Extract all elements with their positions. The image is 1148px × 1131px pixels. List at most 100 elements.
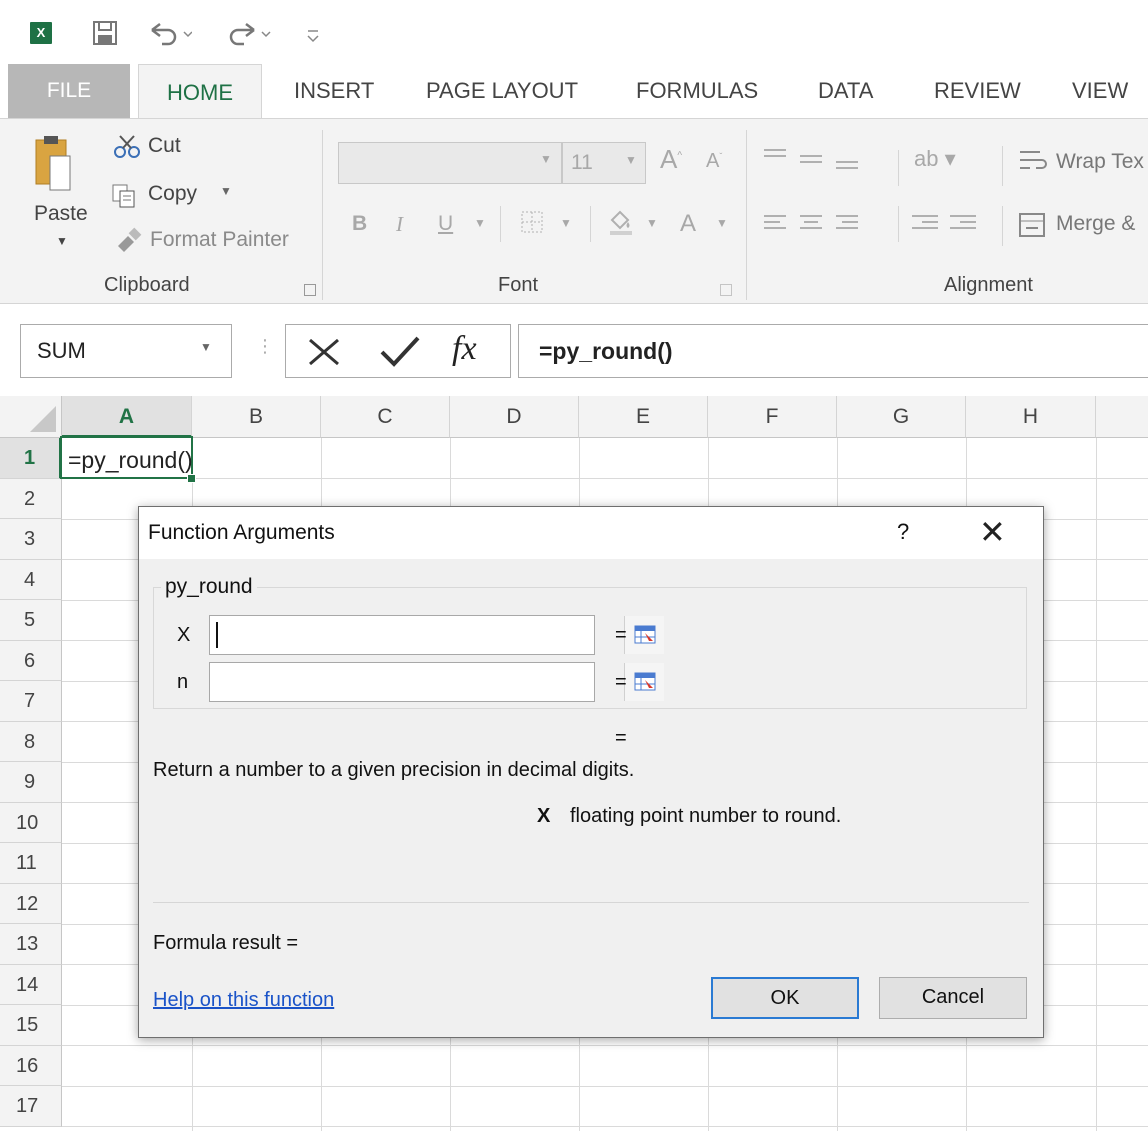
format-painter-button[interactable]: Format Painter (150, 228, 289, 252)
column-header-F[interactable]: F (708, 396, 837, 438)
name-box-dropdown-icon[interactable]: ▼ (200, 340, 212, 354)
fill-color-dropdown-icon[interactable]: ▼ (646, 216, 658, 230)
tab-home[interactable]: HOME (138, 64, 262, 120)
paste-icon[interactable] (34, 134, 72, 197)
paste-dropdown-icon[interactable]: ▼ (56, 234, 68, 248)
dialog-separator (153, 902, 1029, 903)
column-header-B[interactable]: B (192, 396, 321, 438)
tab-formulas[interactable]: FORMULAS (636, 78, 758, 104)
row-header-17[interactable]: 17 (0, 1086, 62, 1127)
row-header-4[interactable]: 4 (0, 559, 62, 600)
save-icon[interactable] (92, 20, 118, 53)
ok-button[interactable]: OK (711, 977, 859, 1019)
font-name-dropdown-icon[interactable]: ▼ (540, 152, 552, 166)
cut-icon[interactable] (112, 134, 144, 165)
column-header-G[interactable]: G (837, 396, 966, 438)
undo-icon[interactable] (148, 20, 193, 53)
name-box-value: SUM (37, 338, 86, 363)
help-link[interactable]: Help on this function (153, 989, 334, 1012)
indent-icon[interactable] (910, 210, 990, 245)
formula-bar-grip-icon[interactable]: ⋮ (256, 336, 274, 357)
fill-handle[interactable] (187, 474, 196, 483)
dialog-title: Function Arguments (148, 521, 335, 544)
arg-n-input[interactable] (209, 662, 664, 702)
underline-dropdown-icon[interactable]: ▼ (474, 216, 486, 230)
tab-insert[interactable]: INSERT (294, 78, 374, 104)
row-header-13[interactable]: 13 (0, 924, 62, 965)
row-header-2[interactable]: 2 (0, 478, 62, 519)
copy-button[interactable]: Copy (148, 182, 197, 206)
row-header-9[interactable]: 9 (0, 762, 62, 803)
collapse-dialog-icon[interactable] (624, 663, 664, 701)
font-name-box[interactable] (338, 142, 562, 184)
formula-input[interactable]: =py_round() (518, 324, 1148, 378)
cancel-button[interactable]: Cancel (879, 977, 1027, 1019)
collapse-dialog-icon[interactable] (624, 616, 664, 654)
copy-icon[interactable] (110, 182, 140, 215)
font-group-label: Font (498, 274, 539, 296)
help-button[interactable]: ? (897, 519, 909, 545)
close-icon[interactable]: ✕ (979, 513, 1006, 551)
row-header-16[interactable]: 16 (0, 1045, 62, 1086)
tab-page-layout[interactable]: PAGE LAYOUT (426, 78, 578, 104)
ribbon-divider (898, 150, 899, 186)
row-header-7[interactable]: 7 (0, 681, 62, 722)
top-align-icon[interactable] (762, 146, 872, 181)
font-size-dropdown-icon[interactable]: ▼ (625, 153, 637, 167)
underline-button[interactable]: U (438, 212, 453, 236)
insert-function-icon[interactable]: fx (452, 330, 477, 368)
column-header-A[interactable]: A (62, 396, 192, 438)
customize-toolbar-icon[interactable] (306, 24, 320, 52)
row-header-3[interactable]: 3 (0, 519, 62, 560)
select-all-corner[interactable] (0, 396, 62, 438)
row-header-14[interactable]: 14 (0, 964, 62, 1005)
merge-icon[interactable] (1018, 212, 1048, 243)
font-launcher-icon[interactable] (720, 284, 732, 296)
borders-icon[interactable] (520, 210, 544, 239)
font-color-dropdown-icon[interactable]: ▼ (716, 216, 728, 230)
tab-file[interactable]: FILE (8, 64, 130, 118)
function-description: Return a number to a given precision in … (153, 759, 635, 781)
redo-icon[interactable] (228, 20, 272, 53)
copy-dropdown-icon[interactable]: ▼ (220, 184, 232, 198)
wrap-text-button[interactable]: Wrap Tex (1056, 150, 1144, 174)
column-header-I[interactable] (1096, 396, 1148, 438)
enter-formula-icon[interactable] (378, 332, 422, 377)
row-header-12[interactable]: 12 (0, 883, 62, 924)
bold-button[interactable]: B (352, 212, 367, 236)
row-header-10[interactable]: 10 (0, 802, 62, 843)
grid-line (1096, 438, 1097, 1131)
tab-view[interactable]: VIEW (1072, 78, 1128, 104)
column-header-C[interactable]: C (321, 396, 450, 438)
shrink-font-icon[interactable]: Aˇ (706, 150, 722, 173)
wrap-text-icon[interactable] (1018, 148, 1048, 179)
fill-color-icon[interactable] (606, 206, 636, 241)
italic-button[interactable]: I (396, 212, 403, 237)
merge-button[interactable]: Merge & (1056, 212, 1135, 236)
font-color-icon[interactable]: A (680, 210, 696, 238)
borders-dropdown-icon[interactable]: ▼ (560, 216, 572, 230)
row-header-5[interactable]: 5 (0, 600, 62, 641)
row-header-6[interactable]: 6 (0, 640, 62, 681)
arg-n-result: = (615, 671, 627, 693)
tab-review[interactable]: REVIEW (934, 78, 1021, 104)
format-painter-icon[interactable] (114, 226, 144, 257)
row-header-15[interactable]: 15 (0, 1005, 62, 1046)
column-header-E[interactable]: E (579, 396, 708, 438)
row-header-11[interactable]: 11 (0, 843, 62, 884)
paste-button[interactable]: Paste (34, 202, 88, 226)
horizontal-align-icon[interactable] (762, 210, 872, 245)
grow-font-icon[interactable]: A^ (660, 144, 682, 175)
arg-x-input[interactable] (209, 615, 664, 655)
column-header-D[interactable]: D (450, 396, 579, 438)
row-header-1[interactable]: 1 (0, 438, 62, 479)
tab-data[interactable]: DATA (818, 78, 873, 104)
orientation-icon[interactable]: ab ▾ (914, 146, 956, 172)
font-size-box[interactable]: 11 ▼ (562, 142, 646, 184)
row-header-8[interactable]: 8 (0, 721, 62, 762)
clipboard-launcher-icon[interactable] (304, 284, 316, 296)
cut-button[interactable]: Cut (148, 134, 181, 158)
column-header-H[interactable]: H (966, 396, 1096, 438)
arg-description-name: X (537, 805, 551, 827)
cancel-formula-icon[interactable] (304, 332, 344, 377)
